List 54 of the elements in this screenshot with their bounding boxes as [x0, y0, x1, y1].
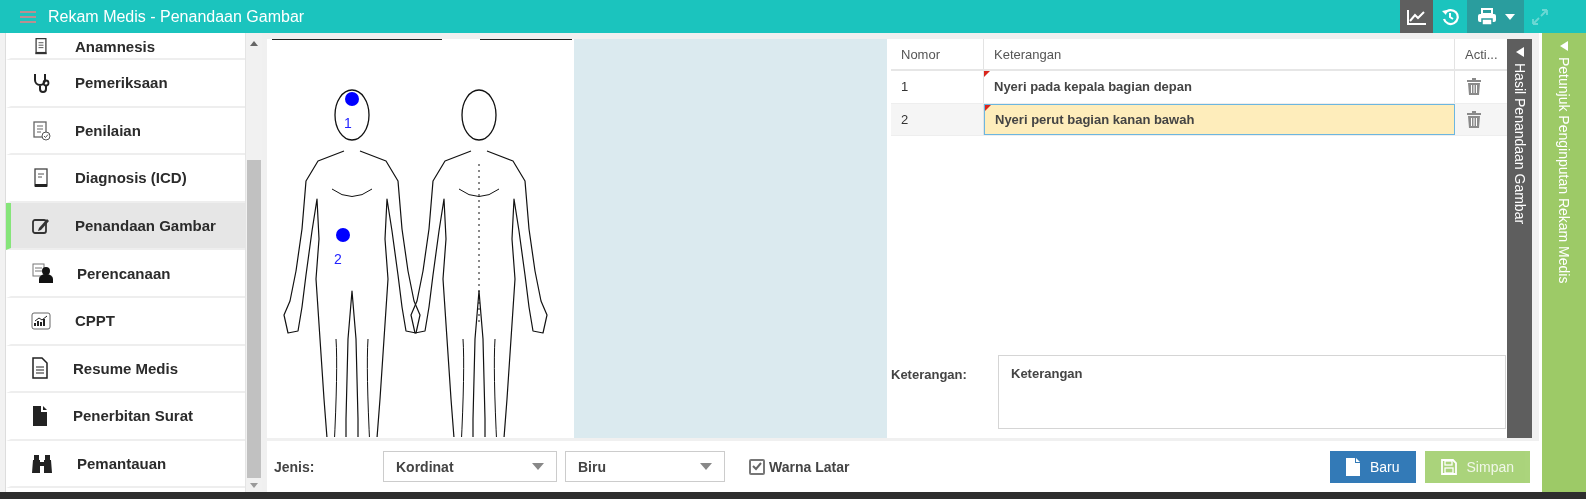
marker-number: 1 — [344, 115, 352, 131]
sidebar-item[interactable]: Penerbitan Surat — [6, 393, 245, 441]
field-label: Jenis: — [274, 458, 316, 475]
table-cell: 1 — [891, 71, 984, 103]
save-icon — [1440, 458, 1457, 475]
sidebar-item[interactable]: Resume Medis — [6, 345, 245, 394]
column-header[interactable]: Acti... — [1455, 39, 1507, 69]
text-file-icon — [31, 357, 49, 380]
caret-icon — [700, 463, 712, 470]
caret-icon — [532, 463, 544, 470]
chart-icon — [1406, 8, 1427, 25]
sidebar-item[interactable]: Penilaian — [6, 107, 245, 156]
sidebar-item[interactable]: Anamnesis — [6, 33, 245, 60]
delete-icon[interactable] — [1467, 78, 1481, 96]
column-header[interactable]: Keterangan — [984, 39, 1455, 69]
printer-icon — [1476, 7, 1497, 26]
chart-button[interactable] — [1400, 0, 1433, 33]
sidebar-item[interactable]: Pemeriksaan — [6, 60, 245, 108]
binoculars-icon — [31, 453, 53, 474]
file-icon — [31, 404, 49, 427]
collapse-icon — [1515, 47, 1524, 57]
sidebar-item[interactable]: Penandaan Gambar — [6, 202, 245, 251]
dropdown[interactable]: Kordinat — [383, 451, 557, 482]
checkmark-icon — [752, 462, 762, 471]
marker-number: 2 — [334, 251, 342, 267]
history-icon — [1441, 7, 1459, 26]
document-icon — [31, 167, 51, 189]
table-cell[interactable]: Nyeri perut bagian kanan bawah — [984, 103, 1455, 135]
dropdown[interactable]: Biru — [565, 451, 725, 482]
description-field[interactable]: Keterangan — [998, 355, 1506, 429]
window-title: Rekam Medis - Penandaan Gambar — [48, 7, 305, 26]
sidebar-item[interactable]: Perencanaan — [6, 250, 245, 298]
stethoscope-icon — [31, 71, 51, 94]
clipboard-check-icon — [31, 119, 51, 142]
print-button[interactable] — [1467, 0, 1524, 33]
marker-dot[interactable] — [345, 92, 359, 106]
collapse-icon — [1560, 41, 1568, 51]
checkbox[interactable] — [749, 458, 765, 475]
field-label: Keterangan: — [891, 367, 968, 382]
checkbox-label: Warna Latar — [769, 458, 850, 475]
marker-dot[interactable] — [336, 228, 350, 242]
new-button[interactable]: Baru — [1329, 450, 1416, 483]
expand-icon — [1530, 7, 1549, 26]
sidebar-item[interactable]: Pemantauan — [6, 440, 245, 489]
caret-icon — [1504, 13, 1515, 20]
sidebar-item[interactable]: CPPT — [6, 297, 245, 346]
file-icon — [1345, 457, 1360, 476]
scrollbar[interactable] — [246, 33, 262, 492]
column-header[interactable]: Nomor — [891, 39, 984, 69]
table-cell[interactable]: Nyeri pada kepala bagian depan — [984, 71, 1455, 103]
chart-report-icon — [31, 310, 51, 331]
delete-icon[interactable] — [1467, 110, 1481, 128]
side-panel-tab[interactable]: Hasil Penandaan Gambar — [1507, 39, 1532, 438]
person-document-icon — [31, 262, 53, 285]
